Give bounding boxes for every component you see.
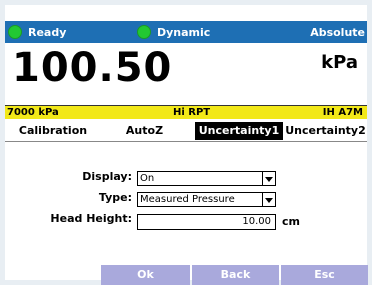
tab-uncertainty1[interactable]: Uncertainty1 bbox=[195, 122, 283, 140]
head-height-unit: cm bbox=[282, 215, 300, 228]
status-mode: Absolute bbox=[310, 21, 365, 43]
tab-bar: Calibration AutoZ Uncertainty1 Uncertain… bbox=[5, 120, 367, 142]
ok-button[interactable]: Ok bbox=[101, 265, 190, 285]
dynamic-label: Dynamic bbox=[157, 25, 211, 39]
display-select[interactable]: On bbox=[137, 171, 276, 186]
status-ready: Ready bbox=[8, 21, 66, 43]
status-dynamic: Dynamic bbox=[137, 21, 210, 43]
display-value: On bbox=[140, 173, 155, 184]
type-select[interactable]: Measured Pressure bbox=[137, 192, 276, 207]
chevron-down-icon[interactable] bbox=[262, 193, 275, 206]
chevron-down-icon[interactable] bbox=[262, 172, 275, 185]
tab-calibration[interactable]: Calibration bbox=[7, 122, 99, 140]
tab-uncertainty2[interactable]: Uncertainty2 bbox=[284, 122, 367, 140]
type-value: Measured Pressure bbox=[140, 194, 235, 205]
esc-button[interactable]: Esc bbox=[281, 265, 368, 285]
sensor-label: Hi RPT bbox=[173, 107, 211, 118]
head-height-label: Head Height: bbox=[50, 212, 132, 225]
pressure-reading: 100.50 bbox=[12, 45, 173, 91]
ready-label: Ready bbox=[28, 25, 67, 39]
tab-autoz[interactable]: AutoZ bbox=[117, 122, 172, 140]
pressure-unit: kPa bbox=[321, 52, 358, 73]
dynamic-indicator-icon bbox=[137, 25, 151, 39]
display-label: Display: bbox=[82, 170, 132, 183]
range-label: 7000 kPa bbox=[7, 107, 59, 118]
id-label: IH A7M bbox=[322, 107, 363, 118]
type-label: Type: bbox=[98, 191, 132, 204]
ready-indicator-icon bbox=[8, 25, 22, 39]
status-bar: Ready Dynamic Absolute bbox=[5, 21, 367, 43]
back-button[interactable]: Back bbox=[192, 265, 279, 285]
info-bar: 7000 kPa Hi RPT IH A7M bbox=[5, 105, 367, 119]
head-height-input[interactable]: 10.00 bbox=[137, 214, 276, 230]
mode-label: Absolute bbox=[310, 25, 365, 39]
button-bar: Ok Back Esc bbox=[101, 265, 368, 285]
